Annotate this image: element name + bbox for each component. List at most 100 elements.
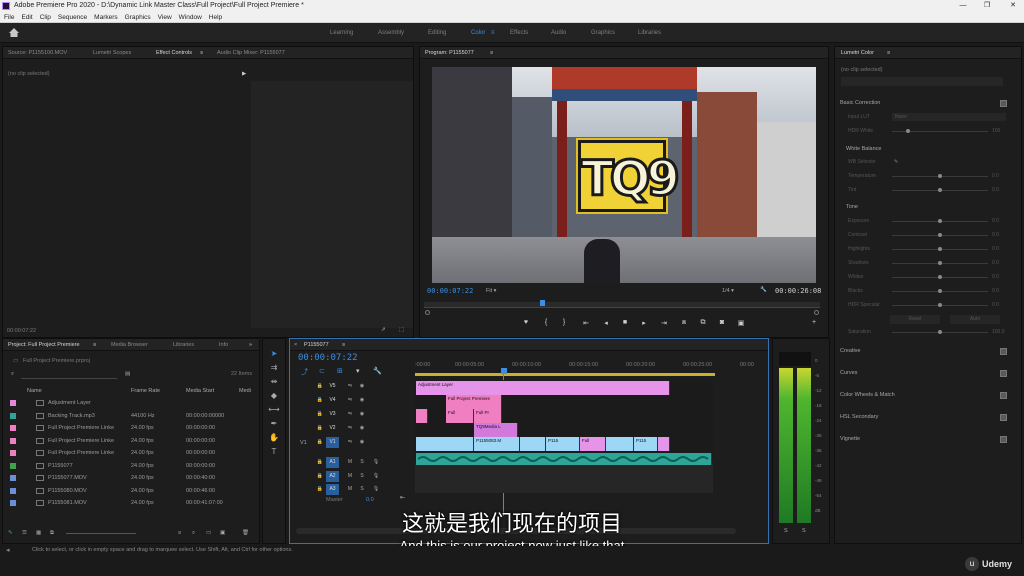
clip-full-project-v4[interactable]: Full Project Premiere xyxy=(446,395,502,409)
workspace-learning[interactable]: Learning xyxy=(330,23,353,43)
project-row[interactable]: P1155077.MOV 24.00 fps 00:00:40:00 xyxy=(6,472,254,484)
clip-v1-b[interactable]: P1155083.M xyxy=(474,437,520,451)
track-target[interactable]: A1 xyxy=(326,457,339,468)
label-color-swatch[interactable] xyxy=(10,475,16,481)
program-video-frame[interactable]: TQ9 xyxy=(432,67,816,283)
shadows-slider[interactable] xyxy=(938,261,942,265)
mute-button[interactable]: M xyxy=(346,458,354,467)
sync-lock-icon[interactable]: ⇋ xyxy=(346,410,354,419)
clip-v1-a[interactable] xyxy=(416,437,474,451)
program-scrubber[interactable] xyxy=(424,302,820,308)
mute-button[interactable]: M xyxy=(346,472,354,481)
razor-icon[interactable]: ◆ xyxy=(268,390,280,402)
solo-button[interactable]: S xyxy=(358,458,366,467)
tab-project[interactable]: Project: Full Project Premiere xyxy=(8,339,80,350)
workspace-audio[interactable]: Audio xyxy=(551,23,566,43)
sync-lock-icon[interactable]: ⇋ xyxy=(346,438,354,447)
step-forward-icon[interactable]: ▸ xyxy=(638,319,650,327)
solo-button[interactable]: S xyxy=(358,485,366,494)
zoom-handle-left[interactable] xyxy=(425,310,430,315)
menu-file[interactable]: File xyxy=(4,12,14,22)
col-name[interactable]: Name xyxy=(27,388,42,394)
home-icon[interactable] xyxy=(9,28,19,37)
track-target[interactable]: V2 xyxy=(326,423,339,434)
label-color-swatch[interactable] xyxy=(10,425,16,431)
lift-icon[interactable]: ⧈ xyxy=(678,319,690,327)
tint-slider[interactable] xyxy=(938,188,942,192)
nest-icon[interactable]: ⤴ xyxy=(301,367,308,377)
work-area-bar[interactable] xyxy=(415,373,715,376)
lock-icon[interactable]: 🔒 xyxy=(316,424,324,433)
menu-edit[interactable]: Edit xyxy=(21,12,32,22)
tab-lumetri-color[interactable]: Lumetri Color xyxy=(841,47,874,58)
whites-value[interactable]: 0.0 xyxy=(992,272,999,282)
clip-v1-c[interactable] xyxy=(520,437,546,451)
track-target[interactable]: V5 xyxy=(326,381,339,392)
enable-checkbox[interactable] xyxy=(1000,370,1007,377)
go-to-end-icon[interactable]: ⇤ xyxy=(400,494,405,501)
contrast-slider[interactable] xyxy=(938,233,942,237)
solo-button[interactable]: S xyxy=(358,472,366,481)
tint-value[interactable]: 0.0 xyxy=(992,185,999,195)
tab-libraries[interactable]: Libraries xyxy=(173,339,194,350)
track-target[interactable]: A3 xyxy=(326,484,339,495)
close-button[interactable]: ✕ xyxy=(1004,0,1022,12)
mark-out-icon[interactable]: } xyxy=(558,319,570,326)
zoom-handle-right[interactable] xyxy=(814,310,819,315)
blacks-value[interactable]: 0.0 xyxy=(992,286,999,296)
col-frame-rate[interactable]: Frame Rate xyxy=(131,388,160,394)
workspace-assembly[interactable]: Assembly xyxy=(378,23,404,43)
label-color-swatch[interactable] xyxy=(10,412,16,419)
clip-adjustment-layer[interactable]: Adjustment Layer xyxy=(416,381,670,395)
eye-icon[interactable]: ◉ xyxy=(358,438,366,447)
eye-icon[interactable]: ◉ xyxy=(358,424,366,433)
project-row[interactable]: Full Project Premiere Linke 24.00 fps 00:0… xyxy=(6,422,254,434)
exposure-value[interactable]: 0.0 xyxy=(992,216,999,226)
mark-in-icon[interactable]: { xyxy=(540,319,552,326)
whites-slider[interactable] xyxy=(938,275,942,279)
extract-icon[interactable]: ⧉ xyxy=(697,319,709,327)
menu-graphics[interactable]: Graphics xyxy=(125,12,151,22)
label-color-swatch[interactable] xyxy=(10,400,16,406)
project-row[interactable]: Full Project Premiere Linke 24.00 fps 00:0… xyxy=(6,447,254,459)
highlights-slider[interactable] xyxy=(938,247,942,251)
voiceover-mic-icon[interactable]: 🎙 xyxy=(372,472,380,481)
minimize-button[interactable]: — xyxy=(954,0,972,12)
highlights-value[interactable]: 0.0 xyxy=(992,244,999,254)
timeline-v-scroll[interactable] xyxy=(758,380,763,492)
timeline-menu-icon[interactable]: ≡ xyxy=(342,339,345,350)
new-bin-icon[interactable]: ▤ xyxy=(125,371,130,377)
enable-checkbox[interactable] xyxy=(1000,392,1007,399)
lock-icon[interactable]: 🔒 xyxy=(316,382,324,391)
filter-icon[interactable]: ⇗ xyxy=(381,327,386,333)
lock-icon[interactable]: 🔒 xyxy=(316,396,324,405)
col-media-end[interactable]: Medi xyxy=(239,388,251,394)
sync-lock-icon[interactable]: ⇋ xyxy=(346,396,354,405)
step-back-icon[interactable]: ◂ xyxy=(600,319,612,327)
panel-menu-icon[interactable]: ≡ xyxy=(200,47,203,58)
selection-tool-icon[interactable]: ➤ xyxy=(268,348,280,360)
tab-audio-clip-mixer[interactable]: Audio Clip Mixer: P1155077 xyxy=(217,47,285,58)
project-row[interactable]: P1155080.MOV 24.00 fps 00:00:46:00 xyxy=(6,485,254,497)
track-select-icon[interactable]: ⇉ xyxy=(268,362,280,374)
add-marker-timeline-icon[interactable]: ▾ xyxy=(356,367,360,375)
project-menu-icon[interactable]: ≡ xyxy=(93,339,96,350)
quality-dropdown[interactable]: 1/4 ▾ xyxy=(722,288,734,294)
white-balance-section[interactable]: White Balance xyxy=(846,142,1016,156)
button-editor-icon[interactable]: + xyxy=(808,319,820,326)
lock-icon[interactable]: 🔒 xyxy=(316,472,324,481)
saturation-value[interactable]: 100.0 xyxy=(992,327,1005,337)
track-target[interactable]: V3 xyxy=(326,409,339,420)
label-color-swatch[interactable] xyxy=(10,437,16,444)
exposure-slider[interactable] xyxy=(938,219,942,223)
tab-program[interactable]: Program: P1155077 xyxy=(425,47,474,58)
timeline-settings-icon[interactable]: 🔧 xyxy=(373,367,382,375)
workspace-effects[interactable]: Effects xyxy=(510,23,528,43)
menu-markers[interactable]: Markers xyxy=(94,12,117,22)
sync-lock-icon[interactable]: ⇋ xyxy=(346,424,354,433)
track-target[interactable]: A2 xyxy=(326,470,339,482)
tab-sequence[interactable]: P1155077 xyxy=(304,339,329,350)
tab-source[interactable]: Source: P1155100.MOV xyxy=(8,47,67,58)
label-color-swatch[interactable] xyxy=(10,450,16,456)
more-panels-icon[interactable]: » xyxy=(249,339,252,350)
